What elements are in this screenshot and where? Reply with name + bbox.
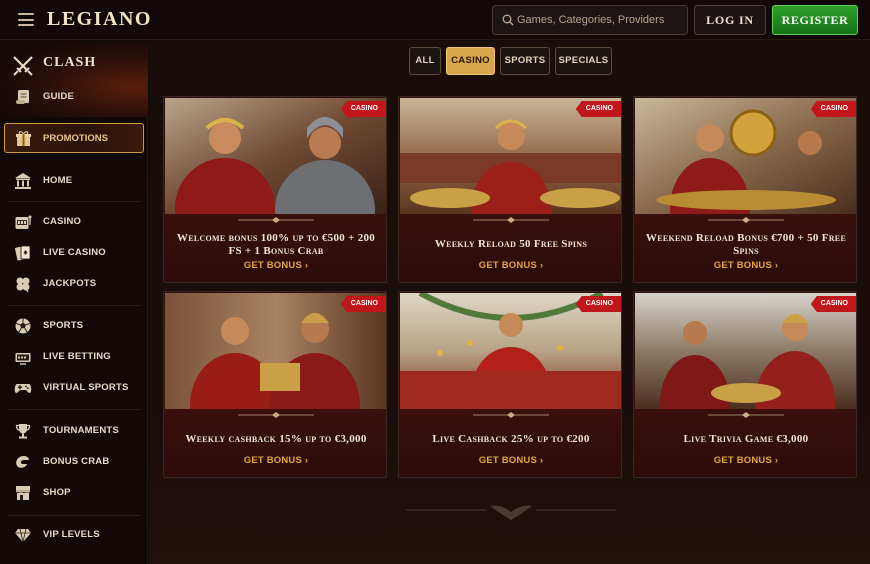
live-tv-icon <box>15 353 31 365</box>
scroll-icon <box>16 90 29 104</box>
trophy-icon <box>15 424 31 439</box>
sidebar-item-live-betting[interactable]: LIVE BETTING <box>0 343 148 371</box>
ornament-divider <box>238 412 314 418</box>
top-bar: LEGIANO LOG IN REGISTER <box>0 0 870 40</box>
card-badge: CASINO <box>575 296 621 312</box>
divider <box>8 409 140 410</box>
card-title: Weekly cashback 15% up to €3,000 <box>185 433 367 445</box>
sidebar-item-label: LIVE CASINO <box>43 247 106 258</box>
promo-card[interactable]: CASINO Live Trivia Game €3,000 GET BONUS… <box>633 291 857 478</box>
card-title: Welcome bonus 100% up to €500 + 200 FS +… <box>176 232 376 257</box>
ornament-divider <box>708 217 784 223</box>
sidebar-item-label: PROMOTIONS <box>43 133 108 144</box>
sidebar-item-tournaments[interactable]: TOURNAMENTS <box>0 417 148 445</box>
logo[interactable]: LEGIANO <box>47 8 152 31</box>
gamepad-icon <box>14 384 32 393</box>
divider <box>8 515 140 516</box>
card-badge: CASINO <box>810 296 856 312</box>
get-bonus-link[interactable]: GET BONUS › <box>634 260 856 271</box>
promo-card[interactable]: CASINO Weekend Reload Bonus €700 + 50 Fr… <box>633 96 857 283</box>
card-title: Weekly Reload 50 Free Spins <box>434 238 588 250</box>
search-input[interactable] <box>517 6 685 34</box>
clover-icon <box>16 277 30 293</box>
sidebar-item-guide[interactable]: GUIDE <box>0 83 148 111</box>
chevron-right-icon: › <box>539 455 544 466</box>
ornament-divider <box>473 412 549 418</box>
chevron-right-icon: › <box>304 260 309 271</box>
filter-all[interactable]: ALL <box>409 47 441 75</box>
sidebar-item-vip-levels[interactable]: VIP LEVELS <box>0 521 148 549</box>
promo-card[interactable]: CASINO Live Cashback 25% up to €200 GET … <box>398 291 622 478</box>
sidebar-item-jackpots[interactable]: JACKPOTS <box>0 270 148 298</box>
soccer-ball-icon <box>15 318 31 334</box>
sidebar-item-casino[interactable]: CASINO <box>0 208 148 236</box>
sidebar-item-label: JACKPOTS <box>43 278 97 289</box>
sidebar-item-bonus-crab[interactable]: BONUS CRAB <box>0 448 148 476</box>
card-badge: CASINO <box>575 101 621 117</box>
get-bonus-link[interactable]: GET BONUS › <box>634 455 856 466</box>
ornament-divider <box>708 412 784 418</box>
divider <box>8 305 140 306</box>
slot-machine-icon <box>15 215 32 229</box>
sidebar-item-label: VIRTUAL SPORTS <box>43 382 129 393</box>
promo-card[interactable]: CASINO Weekly Reload 50 Free Spins GET B… <box>398 96 622 283</box>
filter-sports[interactable]: SPORTS <box>500 47 550 75</box>
sidebar-item-promotions[interactable]: PROMOTIONS <box>4 123 144 153</box>
sidebar-item-label: HOME <box>43 175 73 186</box>
chevron-right-icon: › <box>774 455 779 466</box>
sidebar-item-label: SHOP <box>43 487 71 498</box>
sidebar-item-shop[interactable]: SHOP <box>0 479 148 507</box>
get-bonus-link[interactable]: GET BONUS › <box>164 455 386 466</box>
menu-icon[interactable] <box>18 13 34 26</box>
get-bonus-link[interactable]: GET BONUS › <box>399 455 621 466</box>
sidebar: CLASH GUIDE PROMOTIONS HOME CASINO LIVE … <box>0 41 148 564</box>
ornament-divider <box>238 217 314 223</box>
temple-icon <box>15 173 31 189</box>
ornament-divider <box>473 217 549 223</box>
get-bonus-link[interactable]: GET BONUS › <box>399 260 621 271</box>
cards-icon <box>15 245 31 261</box>
diamond-icon <box>15 528 31 543</box>
claw-icon <box>16 456 29 468</box>
card-title: Weekend Reload Bonus €700 + 50 Free Spin… <box>645 232 847 257</box>
card-badge: CASINO <box>340 101 386 117</box>
filter-casino[interactable]: CASINO <box>446 47 495 75</box>
filter-specials[interactable]: SPECIALS <box>555 47 612 75</box>
shop-icon <box>16 486 30 500</box>
search-icon <box>502 14 514 26</box>
promo-card[interactable]: CASINO Welcome bonus 100% up to €500 + 2… <box>163 96 387 283</box>
sidebar-item-label: SPORTS <box>43 320 84 331</box>
sidebar-item-label: GUIDE <box>43 91 75 102</box>
divider <box>8 201 140 202</box>
sidebar-item-label: LIVE BETTING <box>43 351 111 362</box>
clash-title: CLASH <box>43 55 97 70</box>
sidebar-item-live-casino[interactable]: LIVE CASINO <box>0 239 148 267</box>
card-badge: CASINO <box>340 296 386 312</box>
card-title: Live Cashback 25% up to €200 <box>432 433 590 445</box>
main-content: ALL CASINO SPORTS SPECIALS CASINO Welcom… <box>149 41 870 564</box>
card-badge: CASINO <box>810 101 856 117</box>
sidebar-item-sports[interactable]: SPORTS <box>0 312 148 340</box>
clash-banner[interactable]: CLASH GUIDE <box>0 41 148 117</box>
chevron-right-icon: › <box>774 260 779 271</box>
sidebar-item-label: CASINO <box>43 216 82 227</box>
eagle-ornament-icon <box>406 505 616 520</box>
sidebar-item-home[interactable]: HOME <box>0 167 148 195</box>
search-box[interactable] <box>492 5 688 35</box>
sidebar-item-label: VIP LEVELS <box>43 529 100 540</box>
promo-card[interactable]: CASINO Weekly cashback 15% up to €3,000 … <box>163 291 387 478</box>
crossed-swords-icon <box>13 56 33 76</box>
get-bonus-link[interactable]: GET BONUS › <box>164 260 386 271</box>
sidebar-item-virtual-sports[interactable]: VIRTUAL SPORTS <box>0 374 148 402</box>
chevron-right-icon: › <box>539 260 544 271</box>
register-button[interactable]: REGISTER <box>772 5 858 35</box>
chevron-right-icon: › <box>304 455 309 466</box>
sidebar-item-label: BONUS CRAB <box>43 456 110 467</box>
gift-icon <box>16 131 31 146</box>
sidebar-item-label: TOURNAMENTS <box>43 425 119 436</box>
login-button[interactable]: LOG IN <box>694 5 766 35</box>
card-title: Live Trivia Game €3,000 <box>683 433 809 445</box>
